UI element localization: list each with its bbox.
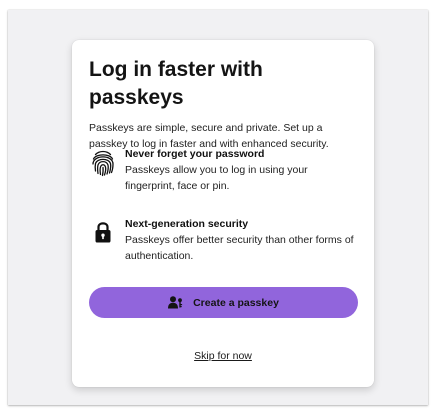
feature-title: Next-generation security xyxy=(125,218,249,230)
lock-icon xyxy=(89,220,117,244)
feature-password: Never forget your password Passkeys allo… xyxy=(89,147,360,194)
feature-description: Passkeys offer better security than othe… xyxy=(125,234,354,262)
create-passkey-button[interactable]: Create a passkey xyxy=(89,287,358,318)
feature-title: Never forget your password xyxy=(125,148,265,160)
skip-link[interactable]: Skip for now xyxy=(72,349,374,363)
user-key-icon xyxy=(168,296,183,309)
fingerprint-icon xyxy=(89,149,117,177)
passkey-card: Log in faster with passkeys Passkeys are… xyxy=(72,40,374,387)
page-backdrop: Log in faster with passkeys Passkeys are… xyxy=(8,10,428,405)
feature-security: Next-generation security Passkeys offer … xyxy=(89,217,360,264)
create-passkey-label: Create a passkey xyxy=(193,296,279,309)
card-title: Log in faster with passkeys xyxy=(89,58,263,109)
feature-description: Passkeys allow you to log in using your … xyxy=(125,164,308,192)
